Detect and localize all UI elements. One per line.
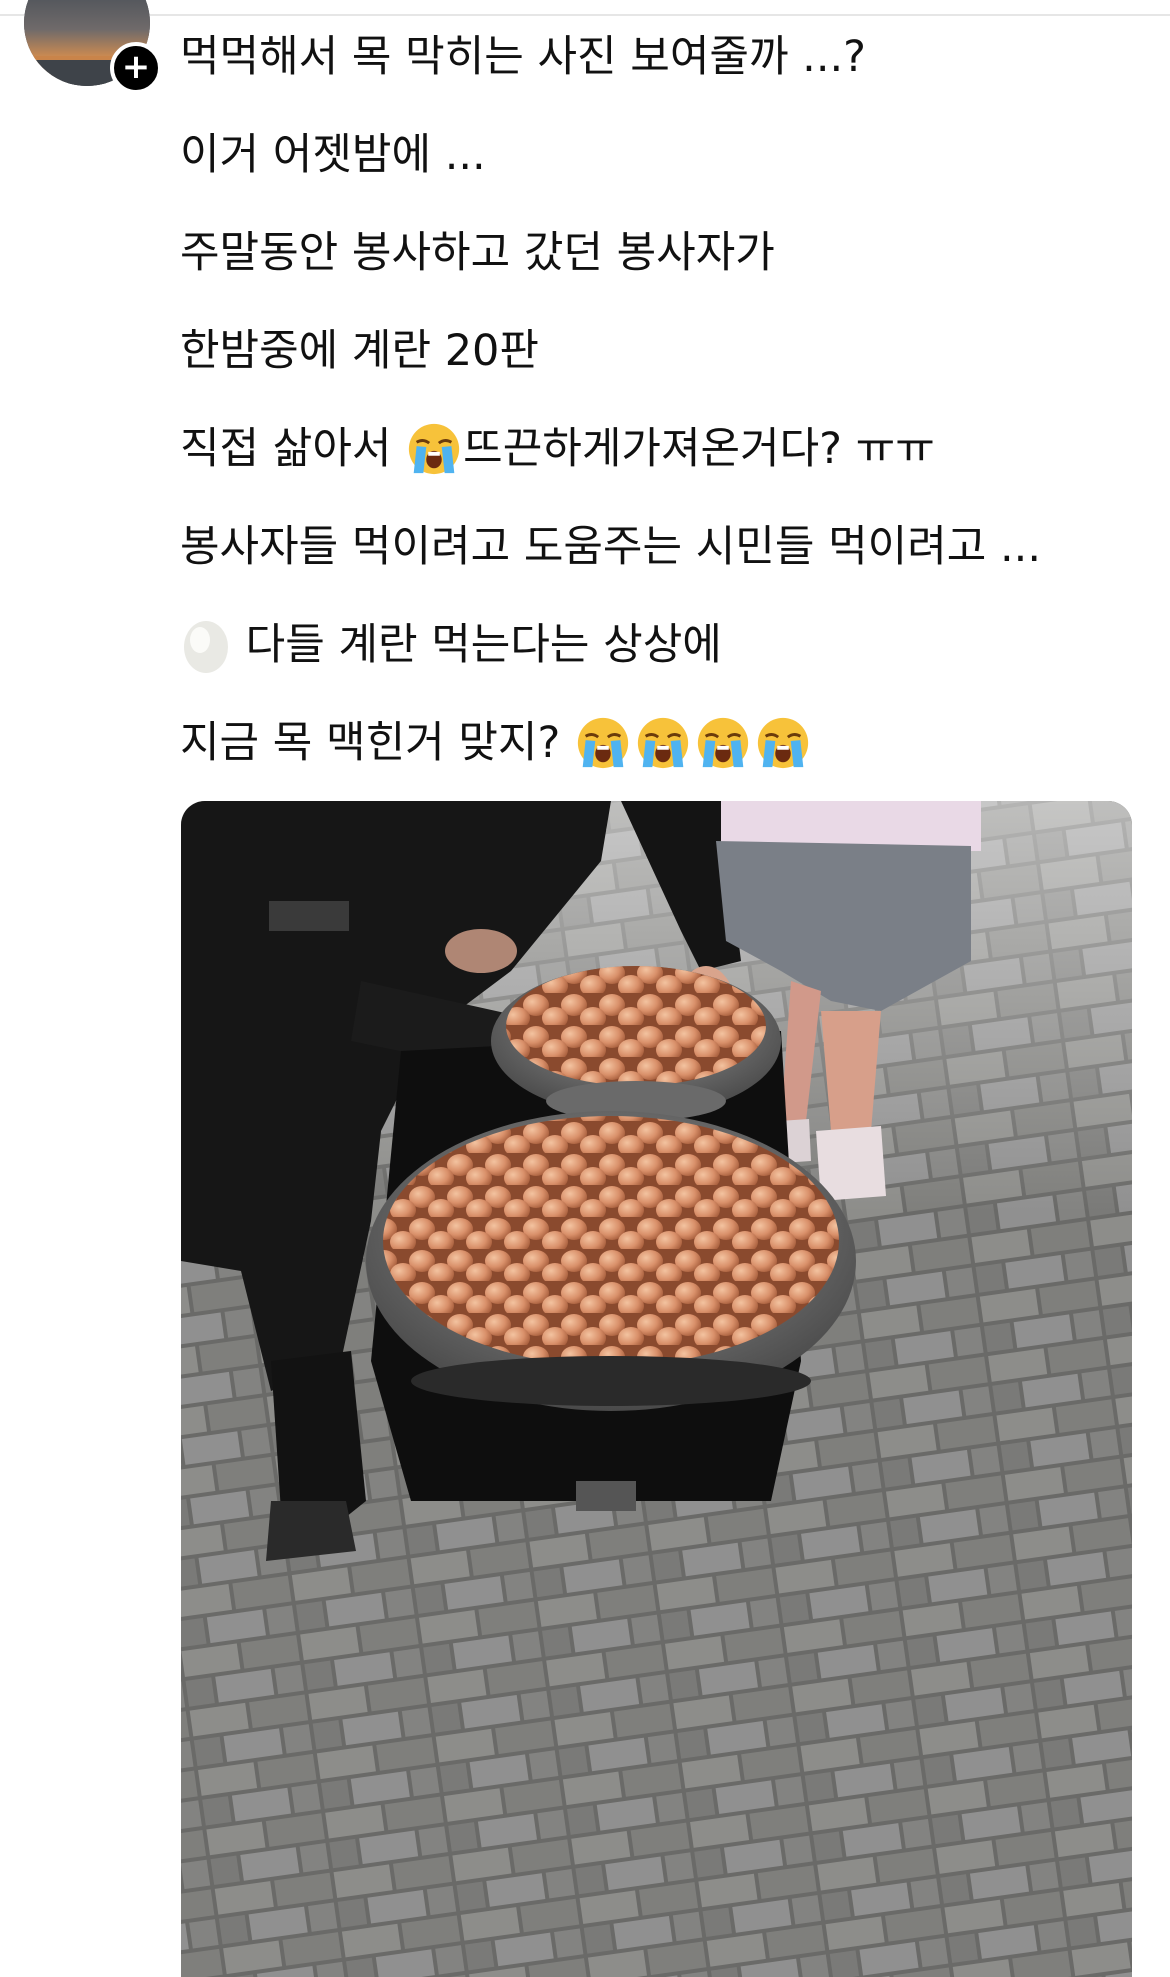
post-line: 한밤중에 계란 20판 — [180, 326, 539, 376]
post-line-text: 지금 목 맥힌거 맞지? — [180, 718, 574, 768]
post-line: 주말동안 봉사하고 갔던 봉사자가 — [180, 228, 775, 278]
loudly-crying-face-emoji — [694, 713, 752, 771]
post-line: 봉사자들 먹이려고 도움주는 시민들 먹이려고 ... — [180, 522, 1041, 572]
post-line: 다들 계란 먹는다는 상상에 — [180, 610, 1140, 708]
top-divider — [0, 14, 1170, 16]
post-line-text: 직접 삶아서 — [180, 424, 406, 474]
loudly-crying-face-emoji — [634, 713, 692, 771]
post-line: 직접 삶아서 뜨끈하게가져온거다? ㅠㅠ — [180, 414, 1140, 512]
loudly-crying-face-emoji — [754, 713, 812, 771]
post-text: 먹먹해서 목 막히는 사진 보여줄까 ...? 이거 어젯밤에 ... 주말동안… — [180, 22, 1140, 806]
egg-emoji — [180, 613, 232, 675]
loudly-crying-face-emoji — [574, 713, 632, 771]
post-line-text: 다들 계란 먹는다는 상상에 — [232, 620, 722, 670]
post-line: 지금 목 맥힌거 맞지? — [180, 708, 1140, 806]
follow-button[interactable]: + — [110, 42, 162, 94]
post-photo[interactable] — [181, 801, 1132, 1977]
plus-icon: + — [121, 46, 151, 87]
loudly-crying-face-emoji — [405, 419, 463, 477]
post-line: 먹먹해서 목 막히는 사진 보여줄까 ...? — [180, 32, 867, 82]
post-line: 이거 어젯밤에 ... — [180, 130, 486, 180]
post-line-text: 뜨끈하게가져온거다? ㅠㅠ — [463, 424, 935, 474]
